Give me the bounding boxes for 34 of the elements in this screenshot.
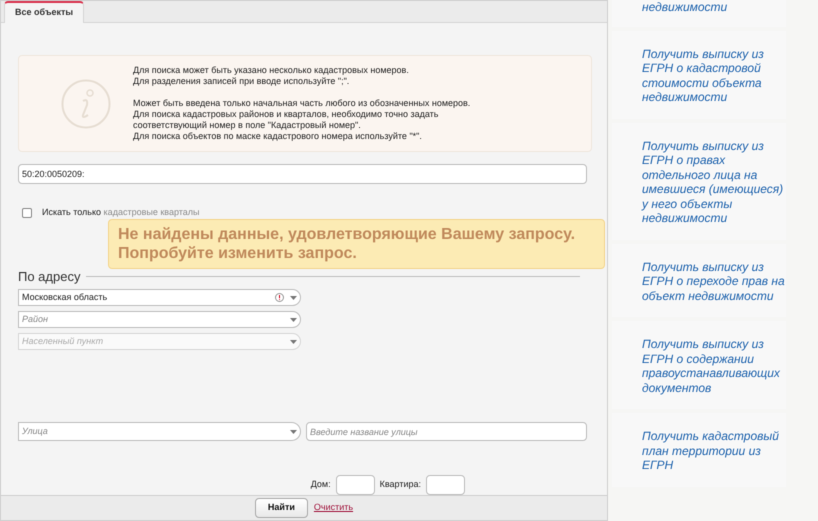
info-icon — [61, 78, 111, 128]
caret-icon — [290, 318, 297, 322]
tab[interactable]: Все объекты — [4, 1, 84, 23]
street-name-field[interactable]: Введите название улицы — [306, 422, 587, 441]
sidebar-link[interactable]: Получить выписку из ЕГРН о содержании правоустанавливающих документов — [642, 337, 785, 395]
dropdown-placeholder: Населенный пункт — [22, 334, 104, 348]
dropdown-placeholder: Улица — [22, 424, 48, 438]
dropdown-placeholder: Район — [22, 312, 48, 326]
sidebar-link[interactable]: недвижимости — [642, 0, 785, 14]
checkbox[interactable] — [22, 208, 32, 218]
sidebar-link[interactable]: Получить кадастровый план территории из ЕГРН — [642, 429, 785, 472]
flat-field[interactable] — [426, 475, 465, 495]
notice-text: Не найдены данные, удовлетворяющие Вашему запросу. — [118, 225, 576, 244]
field-label: Дом: — [310, 478, 331, 492]
caret-icon — [290, 430, 297, 434]
street-select[interactable]: Улица — [18, 422, 301, 441]
checkbox-label: Искать только кадастровые кварталы — [42, 206, 200, 219]
sidebar-link[interactable]: Получить выписку из ЕГРН о переходе прав на объект недвижимости — [642, 260, 785, 303]
sidebar-link[interactable]: Получить выписку из ЕГРН о правах отдельного лица на имевшиеся (имеющиеся) у него объекты недвижимости — [642, 138, 785, 226]
house-field[interactable] — [336, 475, 375, 495]
caret-icon — [290, 340, 297, 344]
find-button[interactable]: Найти — [254, 498, 308, 518]
cadastral-number-field[interactable]: 50:20:0050209: — [18, 164, 587, 184]
caret-icon — [290, 296, 297, 300]
section-heading: По адресу — [18, 268, 80, 286]
notice-text: Попробуйте изменить запрос. — [118, 244, 358, 263]
error-icon — [275, 293, 284, 302]
dropdown-value: Московская область — [22, 290, 108, 304]
field-label: Квартира: — [380, 478, 421, 492]
clear-link[interactable]: Очистить — [314, 501, 354, 515]
sidebar-link[interactable]: Получить выписку из ЕГРН о кадастровой стоимости объекта недвижимости — [642, 46, 785, 104]
dropdown[interactable]: Район — [18, 311, 301, 328]
info-text: Для поиска может быть указано несколько кадастровых номеров. Для разделения записей при вводе используйте ";". Может быть введена только начальная часть любого из обозначенных номеров. Для поиска кадастровых районов и кварталов, необходимо точно задать соответствующий номер в поле "Кадастровый номер". Для поиска объектов по маске кадастрового номера используйте "*". — [133, 65, 472, 142]
dropdown[interactable]: Московская область — [18, 289, 301, 306]
